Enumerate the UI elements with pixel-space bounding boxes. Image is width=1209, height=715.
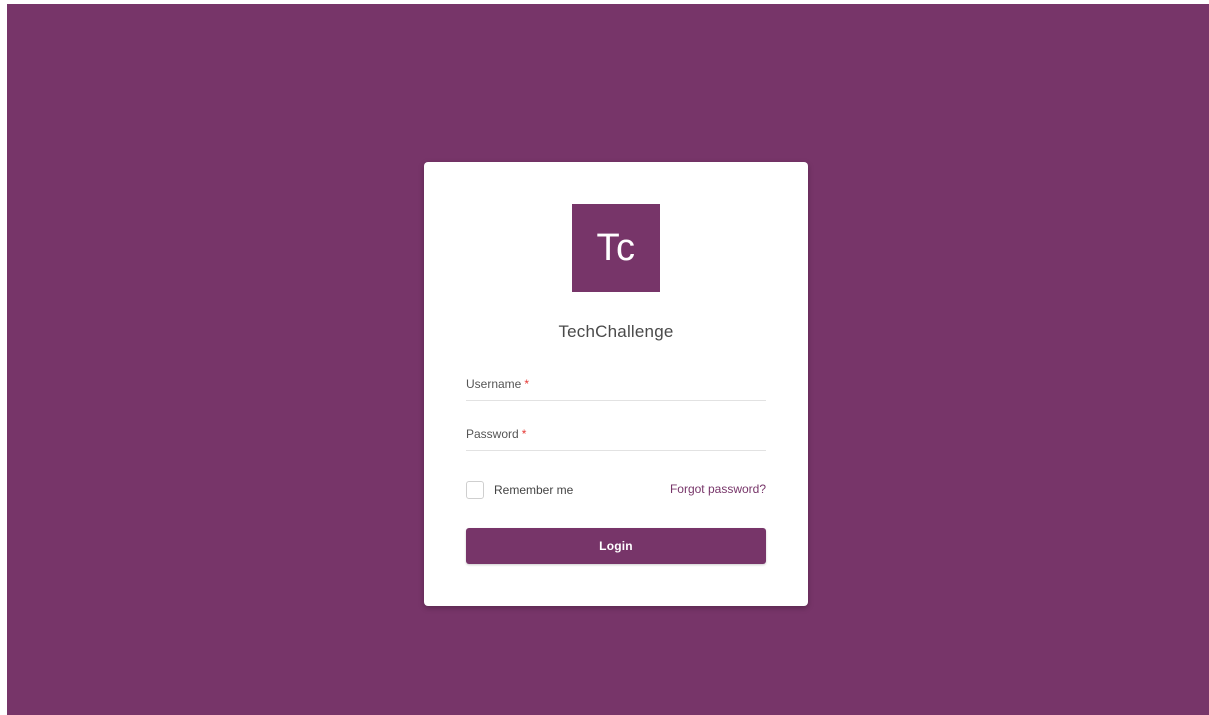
app-logo: Tc xyxy=(572,204,660,292)
username-field[interactable]: Username * xyxy=(466,375,766,401)
login-button[interactable]: Login xyxy=(466,528,766,564)
logo-text: Tc xyxy=(596,227,636,269)
username-input[interactable] xyxy=(466,375,766,400)
password-input[interactable] xyxy=(466,425,766,450)
remember-me-label: Remember me xyxy=(494,483,574,497)
remember-me-checkbox[interactable] xyxy=(466,481,484,499)
app-title: TechChallenge xyxy=(558,322,674,341)
login-card: Tc TechChallenge Username * Password * Rem… xyxy=(424,162,808,606)
password-field[interactable]: Password * xyxy=(466,425,766,451)
page-background: Tc TechChallenge Username * Password * Rem… xyxy=(7,4,1209,715)
forgot-password-link[interactable]: Forgot password? xyxy=(670,482,766,496)
remember-me-control[interactable]: Remember me xyxy=(466,479,573,501)
